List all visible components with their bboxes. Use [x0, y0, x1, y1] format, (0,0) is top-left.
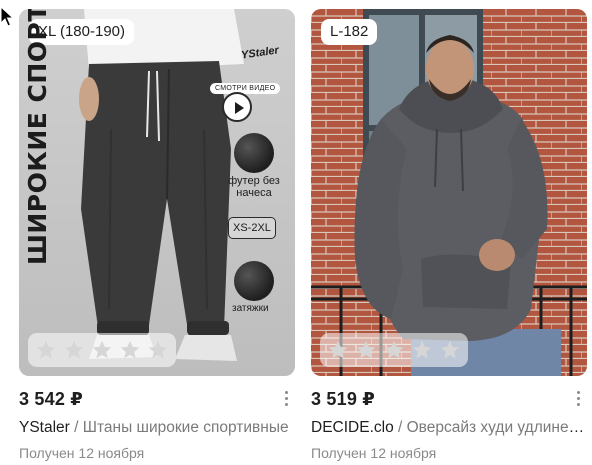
fabric-swatch	[234, 133, 274, 173]
product-title[interactable]: YStaler / Штаны широкие спортивные	[19, 419, 295, 437]
star-icon[interactable]	[63, 339, 85, 361]
received-date: Получен 12 ноября	[311, 445, 437, 461]
mouse-cursor-icon	[0, 6, 14, 27]
product-name: Оверсайз худи удлиненное	[406, 419, 587, 436]
star-icon[interactable]	[383, 339, 405, 361]
star-icon[interactable]	[119, 339, 141, 361]
size-badge: L-182	[321, 19, 378, 45]
hoodie-photo	[311, 9, 587, 376]
product-price: 3 519 ₽	[311, 389, 375, 409]
product-image-1[interactable]: XL (180-190) ШИРОКИЕ СПОРТИВКИ YStaler С…	[19, 9, 295, 376]
play-video-button[interactable]	[222, 92, 252, 122]
product-card-2[interactable]: L-182 3 519 ₽ DECIDE.clo / Оверсайз худи…	[311, 9, 587, 461]
size-range-badge: XS-2XL	[228, 217, 276, 239]
star-icon[interactable]	[355, 339, 377, 361]
title-separator: /	[398, 419, 403, 436]
star-icon[interactable]	[35, 339, 57, 361]
star-icon[interactable]	[327, 339, 349, 361]
more-options-icon[interactable]	[283, 391, 289, 409]
rating-stars[interactable]	[320, 333, 468, 367]
received-date: Получен 12 ноября	[19, 445, 145, 461]
star-icon[interactable]	[411, 339, 433, 361]
star-icon[interactable]	[147, 339, 169, 361]
product-name: Штаны широкие спортивные	[82, 419, 289, 436]
ad-headline: ШИРОКИЕ СПОРТИВКИ	[23, 9, 52, 265]
drawstring-swatch	[234, 261, 274, 301]
title-separator: /	[74, 419, 79, 436]
product-card-1[interactable]: XL (180-190) ШИРОКИЕ СПОРТИВКИ YStaler С…	[19, 9, 295, 461]
brand-name: DECIDE.clo	[311, 419, 394, 436]
play-icon	[235, 102, 244, 114]
ties-label: затяжки	[232, 303, 269, 314]
product-title[interactable]: DECIDE.clo / Оверсайз худи удлиненное	[311, 419, 587, 437]
product-image-2[interactable]: L-182	[311, 9, 587, 376]
fabric-label: футер без начеса	[228, 175, 280, 199]
rating-stars[interactable]	[28, 333, 176, 367]
product-price: 3 542 ₽	[19, 389, 83, 409]
video-label: СМОТРИ ВИДЕО	[210, 83, 281, 94]
more-options-icon[interactable]	[575, 391, 581, 409]
brand-name: YStaler	[19, 419, 70, 436]
star-icon[interactable]	[439, 339, 461, 361]
star-icon[interactable]	[91, 339, 113, 361]
